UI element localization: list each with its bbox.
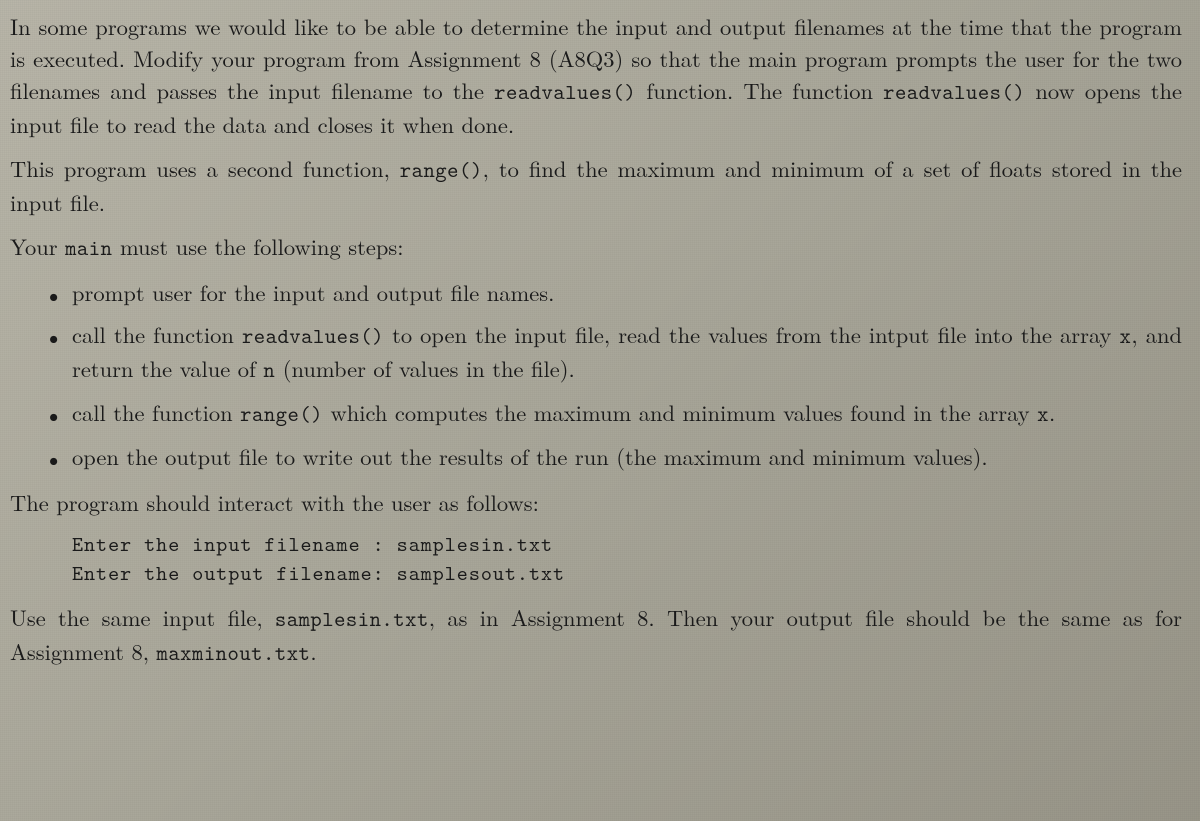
- list-item: open the output file to write out the re…: [72, 440, 1182, 472]
- code-range: range(): [400, 155, 483, 184]
- text: open the output file to write out the re…: [72, 440, 988, 472]
- text: .: [1049, 396, 1055, 428]
- text: Use the same input file,: [10, 601, 275, 633]
- list-item: call the function readvalues() to open t…: [72, 318, 1182, 386]
- code-x: x: [1120, 321, 1132, 350]
- code-readvalues: readvalues(): [242, 321, 384, 350]
- interaction-lead: The program should interact with the use…: [10, 486, 1182, 518]
- text: This program uses a second function,: [10, 152, 400, 184]
- text: function. The function: [636, 74, 883, 106]
- text: to open the input file, read the values …: [384, 318, 1120, 350]
- code-samplesin: samplesin.txt: [275, 604, 429, 633]
- intro-paragraph-1: In some programs we would like to be abl…: [10, 10, 1182, 140]
- text: must use the following steps:: [112, 230, 403, 262]
- text: call the function: [72, 396, 240, 428]
- steps-list: prompt user for the input and output fil…: [10, 276, 1182, 472]
- text: (number of values in the file).: [275, 352, 575, 384]
- code-main: main: [65, 233, 112, 262]
- code-maxminout: maxminout.txt: [156, 638, 310, 667]
- text: which computes the maximum and minimum v…: [323, 396, 1037, 428]
- text: .: [310, 635, 316, 667]
- text: prompt user for the input and output fil…: [72, 276, 554, 308]
- code-n: n: [263, 355, 275, 384]
- list-item: prompt user for the input and output fil…: [72, 276, 1182, 308]
- code-x: x: [1037, 399, 1049, 428]
- intro-paragraph-3: Your main must use the following steps:: [10, 230, 1182, 264]
- text: call the function: [72, 318, 242, 350]
- sample-line-2: Enter the output filename: samplesout.tx…: [72, 559, 565, 587]
- outro-paragraph: Use the same input file, samplesin.txt, …: [10, 601, 1182, 669]
- text: The program should interact with the use…: [10, 486, 539, 518]
- interaction-sample: Enter the input filename : samplesin.txt…: [72, 530, 1182, 587]
- code-range: range(): [240, 399, 323, 428]
- sample-line-1: Enter the input filename : samplesin.txt: [72, 530, 553, 558]
- list-item: call the function range() which computes…: [72, 396, 1182, 430]
- intro-paragraph-2: This program uses a second function, ran…: [10, 152, 1182, 218]
- code-readvalues: readvalues(): [883, 77, 1025, 106]
- text: Your: [10, 230, 65, 262]
- code-readvalues: readvalues(): [494, 77, 636, 106]
- assignment-page: In some programs we would like to be abl…: [0, 0, 1200, 699]
